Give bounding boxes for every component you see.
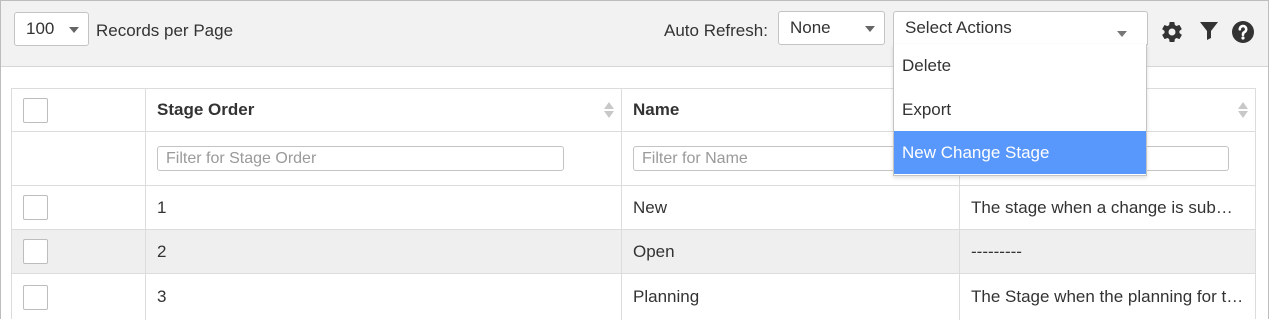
select-actions-menu: Delete Export New Change Stage [893,44,1147,176]
table-row[interactable]: 2 Open --------- [12,230,1255,274]
stage-order-cell: 3 [146,274,622,320]
column-header-label: Name [633,100,680,119]
row-select-cell [12,274,146,320]
menu-item-new-change-stage[interactable]: New Change Stage [894,131,1146,174]
table-row[interactable]: 1 New The stage when a change is submitt… [12,186,1255,230]
auto-refresh-select[interactable]: None [778,11,885,45]
row-checkbox[interactable] [23,239,48,264]
name-cell: Open [622,230,960,273]
chevron-down-icon [69,27,79,33]
chevron-down-icon [1117,31,1127,37]
description-cell: The Stage when the planning for the chan… [960,274,1255,320]
stage-order-cell: 1 [146,186,622,229]
description-value: The stage when a change is submitted [971,197,1255,217]
grid-panel: 100 Records per Page Auto Refresh: None … [0,0,1269,320]
name-value: Planning [633,287,700,306]
sort-icon[interactable] [604,100,614,120]
filter-cell-empty [12,132,146,185]
row-checkbox[interactable] [23,195,48,220]
records-per-page-label: Records per Page [96,21,234,40]
stage-order-value: 3 [157,287,167,306]
stage-order-cell: 2 [146,230,622,273]
chevron-down-icon [865,26,875,32]
column-header-label: Stage Order [157,100,255,119]
filter-cell-stage-order [146,132,622,185]
select-all-checkbox[interactable] [23,97,48,123]
menu-item-delete[interactable]: Delete [894,44,1146,87]
gear-icon[interactable] [1160,20,1184,44]
records-per-page-select[interactable]: 100 [14,12,89,46]
name-cell: Planning [622,274,960,320]
description-value: --------- [971,241,1022,261]
filter-icon[interactable] [1197,19,1221,43]
records-per-page-value: 100 [26,19,55,38]
name-filter-input[interactable] [633,146,933,171]
stage-order-value: 1 [157,197,167,217]
select-actions-dropdown[interactable]: Select Actions [893,11,1148,45]
question-circle-icon[interactable] [1231,20,1255,44]
name-value: Open [633,241,675,261]
description-cell: --------- [960,230,1255,273]
sort-icon[interactable] [1238,100,1248,120]
row-checkbox[interactable] [23,284,48,310]
auto-refresh-label: Auto Refresh: [664,21,768,40]
select-actions-placeholder: Select Actions [905,18,1012,37]
name-value: New [633,197,668,217]
description-value: The Stage when the planning for the chan… [971,287,1255,306]
column-header-stage-order[interactable]: Stage Order [146,89,622,131]
stage-order-filter-input[interactable] [157,146,564,171]
name-cell: New [622,186,960,229]
menu-item-export[interactable]: Export [894,88,1146,131]
select-all-cell [12,89,146,131]
row-select-cell [12,230,146,273]
stage-order-value: 2 [157,241,167,261]
description-cell: The stage when a change is submitted [960,186,1255,229]
row-select-cell [12,186,146,229]
auto-refresh-value: None [790,18,831,37]
table-row[interactable]: 3 Planning The Stage when the planning f… [12,274,1255,320]
